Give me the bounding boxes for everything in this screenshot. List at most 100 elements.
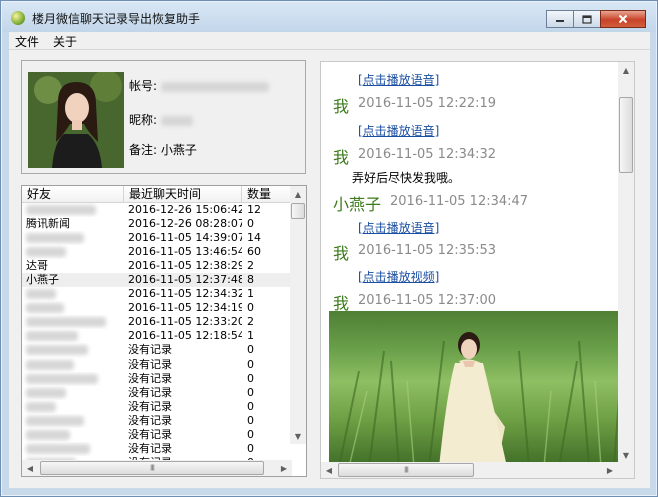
friend-name: 腾讯新闻	[26, 217, 70, 231]
friend-list[interactable]: 好友 最近聊天时间 数量 2016-12-26 15:06:42 12 腾讯新闻 20…	[21, 185, 307, 477]
last-chat-time: 没有记录	[128, 343, 172, 357]
message-count: 1	[247, 329, 254, 343]
last-chat-time: 没有记录	[128, 371, 172, 385]
message-timestamp: 2016-11-05 12:34:47	[390, 194, 529, 209]
chat-hscroll-thumb[interactable]: III	[338, 463, 474, 477]
friend-list-hscroll-thumb[interactable]: III	[40, 461, 264, 475]
friend-list-header: 好友 最近聊天时间 数量	[22, 186, 292, 203]
friend-row[interactable]: 没有记录 0	[22, 428, 292, 442]
last-chat-time: 没有记录	[128, 385, 172, 399]
scroll-down-icon[interactable]: ▼	[290, 428, 306, 444]
message-count: 2	[247, 315, 254, 329]
column-header-last-chat-time[interactable]: 最近聊天时间	[124, 186, 242, 202]
scroll-down-icon[interactable]: ▼	[618, 447, 634, 463]
account-label: 帐号:	[129, 79, 158, 93]
minimize-button[interactable]	[546, 10, 574, 28]
chat-vscroll-thumb[interactable]	[619, 97, 633, 173]
friend-row[interactable]: 2016-11-05 12:34:19 0	[22, 301, 292, 315]
app-logo-icon	[11, 11, 25, 25]
scroll-up-icon[interactable]: ▲	[290, 186, 306, 202]
scroll-grip-icon: III	[149, 463, 155, 473]
title-bar[interactable]: 楼月微信聊天记录导出恢复助手	[2, 2, 656, 32]
friend-name-redacted	[26, 373, 98, 384]
message-count: 1	[247, 287, 254, 301]
scroll-right-icon[interactable]: ▶	[602, 462, 618, 478]
friend-row[interactable]: 2016-11-05 13:46:54 60	[22, 245, 292, 259]
message-text: 弄好后尽快发我哦。	[352, 171, 461, 185]
menu-about[interactable]: 关于	[53, 33, 77, 50]
friend-name	[22, 203, 124, 217]
friend-row[interactable]: 2016-11-05 14:39:07 14	[22, 231, 292, 245]
chat-hscroll[interactable]: ◀ III ▶	[321, 462, 618, 478]
friend-name	[22, 245, 124, 259]
play-voice-link[interactable]: [点击播放语音]	[358, 219, 439, 236]
friend-rows: 2016-12-26 15:06:42 12 腾讯新闻 2016-12-26 08:2…	[22, 203, 292, 470]
scroll-left-icon[interactable]: ◀	[22, 460, 38, 476]
friend-row[interactable]: 没有记录 0	[22, 372, 292, 386]
profile-panel: 帐号: 昵称: 备注: 小燕子	[21, 60, 306, 174]
message-count: 0	[247, 357, 254, 371]
account-value-redacted	[160, 81, 269, 92]
column-header-friend[interactable]: 好友	[22, 186, 124, 202]
last-chat-time: 2016-11-05 14:39:07	[128, 231, 242, 245]
friend-list-hscroll[interactable]: ◀ III ▶	[22, 460, 292, 476]
last-chat-time: 2016-11-05 12:34:32	[128, 287, 242, 301]
play-voice-link[interactable]: [点击播放语音]	[358, 71, 439, 88]
scroll-up-icon[interactable]: ▲	[618, 62, 634, 78]
play-voice-link[interactable]: [点击播放语音]	[358, 122, 439, 139]
friend-row[interactable]: 达哥 2016-11-05 12:38:29 2	[22, 259, 292, 273]
play-video-link[interactable]: [点击播放视频]	[358, 268, 439, 285]
friend-name: 小燕子	[26, 273, 59, 287]
chat-history-panel[interactable]: [点击播放语音] 我 2016-11-05 12:22:19 [点击播放语音] …	[320, 61, 635, 479]
message-count: 12	[247, 203, 261, 216]
friend-row[interactable]: 没有记录 0	[22, 400, 292, 414]
friend-list-vscroll[interactable]: ▲ ▼	[290, 186, 306, 444]
friend-name	[22, 315, 124, 329]
chat-image[interactable]	[329, 311, 625, 467]
message-timestamp: 2016-11-05 12:22:19	[358, 96, 497, 111]
nickname-row: 昵称:	[129, 111, 193, 128]
friend-name-redacted	[26, 345, 88, 356]
scroll-corner	[618, 462, 634, 478]
message-count: 0	[247, 413, 254, 427]
close-button[interactable]	[600, 10, 646, 28]
message-count: 8	[247, 273, 254, 287]
friend-row[interactable]: 2016-11-05 12:34:32 1	[22, 287, 292, 301]
friend-row[interactable]: 没有记录 0	[22, 442, 292, 456]
friend-row[interactable]: 没有记录 0	[22, 414, 292, 428]
friend-row[interactable]: 2016-11-05 12:18:54 1	[22, 329, 292, 343]
friend-row[interactable]: 没有记录 0	[22, 358, 292, 372]
avatar	[28, 72, 124, 168]
maximize-button[interactable]	[573, 10, 601, 28]
close-icon	[618, 14, 628, 24]
last-chat-time: 2016-11-05 13:46:54	[128, 245, 242, 259]
message-count: 60	[247, 245, 261, 259]
friend-list-vscroll-thumb[interactable]	[291, 203, 305, 219]
friend-name	[22, 372, 124, 386]
column-header-count[interactable]: 数量	[242, 186, 292, 202]
last-chat-time: 没有记录	[128, 441, 172, 455]
maximize-icon	[582, 14, 592, 24]
friend-name	[22, 428, 124, 442]
friend-row[interactable]: 2016-12-26 15:06:42 12	[22, 203, 292, 217]
friend-name	[22, 343, 124, 357]
nickname-label: 昵称:	[129, 113, 158, 127]
last-chat-time: 没有记录	[128, 357, 172, 371]
friend-row[interactable]: 没有记录 0	[22, 343, 292, 357]
friend-row[interactable]: 腾讯新闻 2016-12-26 08:28:07 0	[22, 217, 292, 231]
last-chat-time: 2016-12-26 15:06:42	[128, 203, 242, 216]
last-chat-time: 2016-12-26 08:28:07	[128, 217, 242, 231]
scroll-left-icon[interactable]: ◀	[321, 462, 337, 478]
menu-file[interactable]: 文件	[15, 33, 39, 50]
friend-row[interactable]: 没有记录 0	[22, 386, 292, 400]
friend-name-redacted	[26, 359, 74, 370]
chat-vscroll[interactable]: ▲ ▼	[618, 62, 634, 463]
remark-label: 备注:	[129, 143, 158, 157]
message-count: 2	[247, 259, 254, 273]
message-count: 0	[247, 385, 254, 399]
friend-name-redacted	[26, 317, 106, 328]
friend-row[interactable]: 2016-11-05 12:33:20 2	[22, 315, 292, 329]
message-sender: 我	[333, 148, 350, 167]
friend-row[interactable]: 小燕子 2016-11-05 12:37:48 8	[22, 273, 292, 288]
scroll-right-icon[interactable]: ▶	[276, 460, 292, 476]
